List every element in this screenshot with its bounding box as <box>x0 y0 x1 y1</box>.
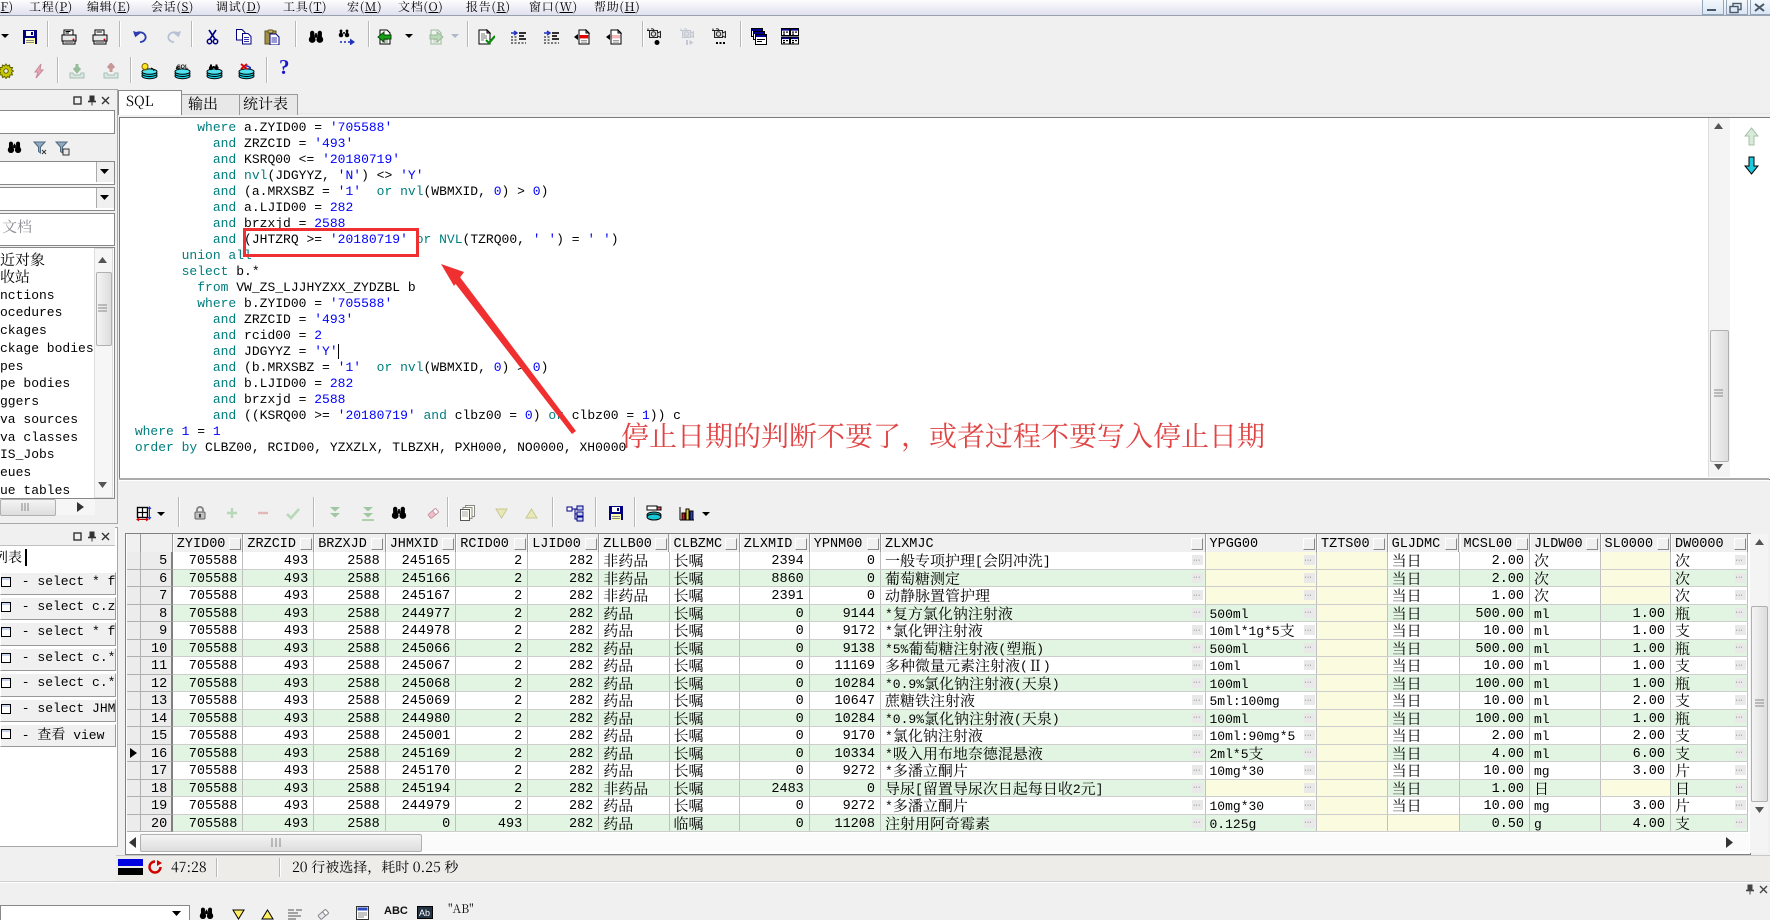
svg-text:Ab: Ab <box>419 908 430 918</box>
svg-text:SQL: SQL <box>177 65 189 71</box>
